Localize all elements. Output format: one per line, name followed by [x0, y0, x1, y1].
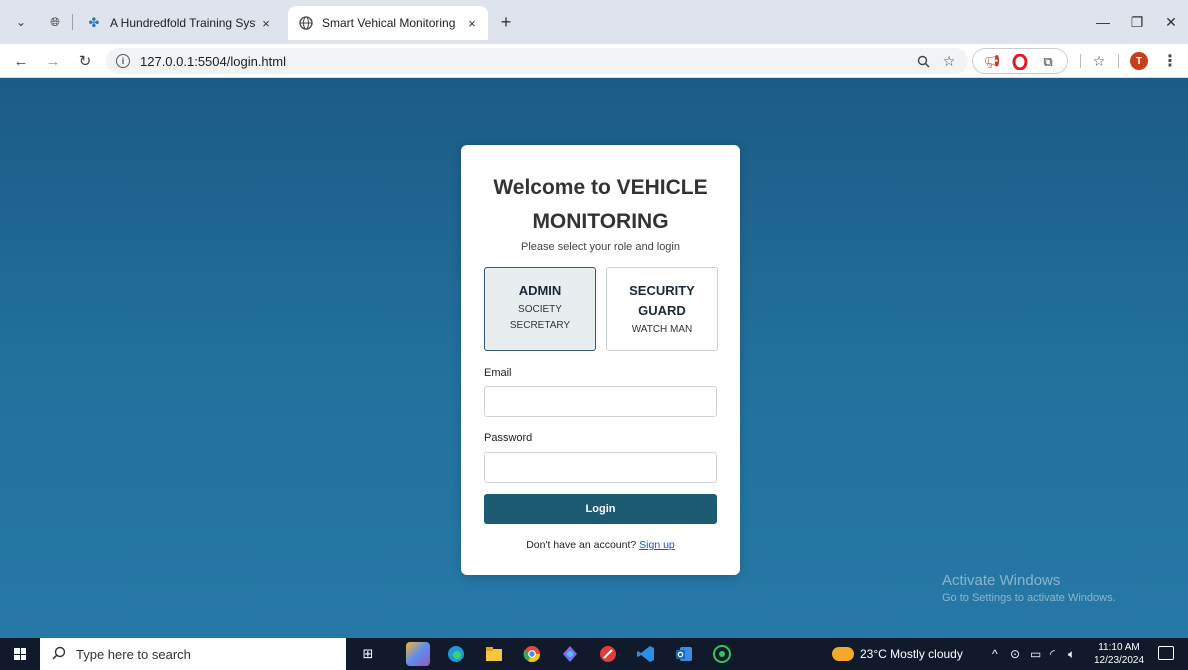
hundredfold-favicon-icon: ✤ — [88, 15, 100, 30]
edge-icon[interactable] — [444, 642, 468, 666]
password-label: Password — [484, 432, 533, 444]
vscode-icon[interactable] — [634, 642, 658, 666]
search-placeholder: Type here to search — [76, 646, 191, 662]
role-subtitle: WATCH MAN — [631, 324, 693, 335]
windows-logo-icon — [14, 648, 26, 660]
page-viewport: Welcome to VEHICLE MONITORING Please sel… — [0, 78, 1188, 638]
whatsapp-icon[interactable] — [710, 642, 734, 666]
zoom-icon[interactable] — [912, 48, 934, 74]
tab-separator — [72, 14, 73, 30]
signup-prompt-text: Don't have an account? — [526, 539, 637, 551]
tab-search-chevron-icon[interactable]: ⌄ — [10, 11, 32, 33]
new-tab-button[interactable]: + — [494, 11, 518, 33]
watermark-title: Activate Windows — [942, 572, 1061, 589]
role-title: SECURITY GUARD — [629, 283, 695, 318]
opera-icon[interactable] — [596, 642, 620, 666]
copilot-icon[interactable] — [406, 642, 430, 666]
taskbar-search-input[interactable]: Type here to search — [40, 638, 346, 670]
page-title: Welcome to VEHICLE MONITORING — [461, 171, 740, 239]
tab-title: Smart Vehical Monitoring — [322, 16, 456, 30]
role-title: ADMIN — [518, 283, 562, 298]
login-card: Welcome to VEHICLE MONITORING Please sel… — [461, 145, 740, 575]
meet-now-icon[interactable]: ⊙ — [1010, 638, 1020, 670]
back-arrow-icon[interactable]: ← — [10, 50, 32, 72]
network-icon[interactable]: ◜ — [1050, 638, 1055, 670]
browser-tab-strip: ⌄ 🌐︎ ✤ A Hundredfold Training System × S… — [0, 0, 1188, 44]
battery-icon[interactable]: ▭ — [1030, 638, 1041, 670]
start-button[interactable] — [0, 638, 40, 670]
window-close-icon[interactable]: ✕ — [1156, 10, 1186, 34]
extensions-puzzle-icon[interactable]: ⧉ — [1039, 53, 1057, 71]
role-card-security-guard[interactable]: SECURITY GUARD WATCH MAN — [606, 267, 718, 351]
tray-chevron-icon[interactable]: ^ — [992, 638, 998, 670]
forward-arrow-icon[interactable]: → — [42, 50, 64, 72]
signup-link[interactable]: Sign up — [639, 539, 675, 551]
role-card-admin[interactable]: ADMIN SOCIETY SECRETARY — [484, 267, 596, 351]
weather-widget[interactable]: 23°C Mostly cloudy — [832, 638, 963, 670]
url-text: 127.0.0.1:5504/login.html — [140, 53, 286, 69]
bookmark-star-icon[interactable]: ☆ — [938, 48, 960, 74]
minimize-icon[interactable]: — — [1088, 10, 1118, 34]
watermark-subtitle: Go to Settings to activate Windows. — [942, 592, 1116, 604]
password-field[interactable] — [484, 452, 717, 483]
volume-icon[interactable]: 🔈︎ — [1068, 638, 1075, 670]
clock-date: 12/23/2024 — [1094, 655, 1145, 666]
extensions-group: 📢︎ ⧉ — [972, 48, 1068, 74]
weather-cloud-icon — [832, 647, 854, 661]
weather-text: 23°C Mostly cloudy — [860, 647, 963, 661]
restore-icon[interactable]: ❐ — [1122, 10, 1152, 34]
tab-smart-vehical-monitoring[interactable]: Smart Vehical Monitoring × — [288, 6, 488, 40]
outlook-icon[interactable] — [672, 642, 696, 666]
windows-taskbar: Type here to search ⊞ 23°C Mostly cloudy… — [0, 638, 1188, 670]
activate-windows-watermark: Activate Windows Go to Settings to activ… — [942, 572, 1116, 604]
login-button[interactable]: Login — [484, 494, 717, 524]
browser-toolbar: ← → ↻ i 127.0.0.1:5504/login.html ☆ 📢︎ ⧉… — [0, 44, 1188, 78]
toolbar-separator — [1118, 54, 1119, 68]
role-subtitle: SOCIETY SECRETARY — [509, 304, 571, 331]
close-tab-icon[interactable]: × — [462, 13, 482, 33]
email-label: Email — [484, 367, 512, 379]
reload-icon[interactable]: ↻ — [74, 50, 96, 72]
bookmarks-star-list-icon[interactable]: ☆ — [1088, 48, 1110, 74]
chrome-icon[interactable] — [520, 642, 544, 666]
clock-time: 11:10 AM — [1098, 642, 1140, 653]
toolbar-separator — [1080, 54, 1081, 68]
chrome-globe-icon[interactable]: 🌐︎ — [44, 11, 66, 33]
megaphone-extension-icon[interactable]: 📢︎ — [983, 53, 1001, 71]
signup-prompt: Don't have an account? Sign up — [461, 539, 740, 551]
close-tab-icon[interactable]: × — [256, 13, 276, 33]
tab-hundredfold[interactable]: ✤ A Hundredfold Training System × — [82, 6, 282, 40]
file-explorer-icon[interactable] — [482, 642, 506, 666]
copilot-app-icon[interactable] — [558, 642, 582, 666]
system-clock[interactable]: 11:10 AM 12/23/2024 — [1094, 641, 1144, 667]
address-bar[interactable]: i 127.0.0.1:5504/login.html — [106, 48, 968, 74]
menu-kebab-icon[interactable]: ⋮ — [1162, 50, 1178, 72]
welcome-heading: Welcome to VEHICLE MONITORING — [493, 176, 708, 233]
opera-extension-icon[interactable] — [1011, 53, 1029, 71]
login-subtitle: Please select your role and login — [521, 241, 680, 253]
profile-avatar[interactable]: T — [1130, 52, 1148, 70]
search-icon — [52, 646, 66, 663]
task-view-icon[interactable]: ⊞ — [356, 642, 380, 666]
email-field[interactable] — [484, 386, 717, 417]
tab-title: A Hundredfold Training System — [110, 16, 256, 30]
notification-icon[interactable] — [1158, 646, 1174, 660]
globe-favicon-icon — [298, 15, 314, 31]
site-info-icon[interactable]: i — [116, 54, 130, 68]
